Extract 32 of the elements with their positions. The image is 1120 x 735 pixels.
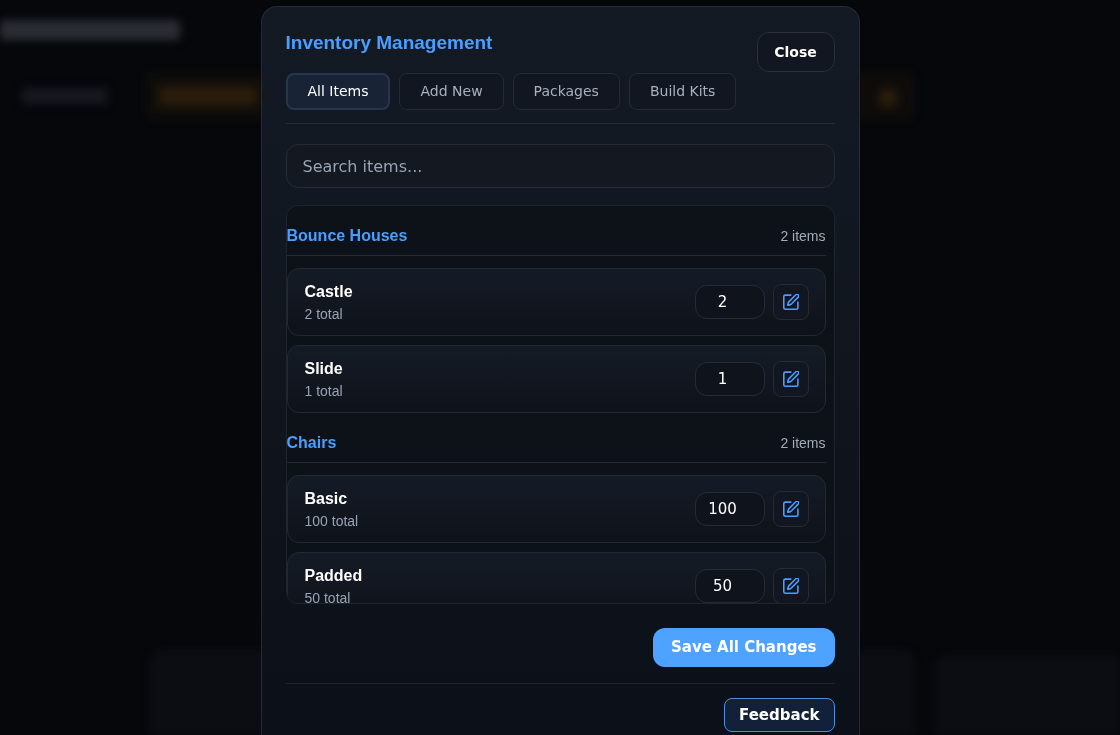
edit-icon	[782, 371, 799, 387]
item-total: 1 total	[304, 381, 343, 401]
item-count: 2 items	[780, 433, 826, 453]
edit-button[interactable]	[772, 361, 809, 397]
item-name: Slide	[304, 358, 343, 379]
item-name: Basic	[304, 488, 349, 509]
category-title: Chairs	[286, 433, 337, 453]
quantity-field[interactable]: 2	[694, 285, 765, 319]
dialog-title: Inventory Management	[285, 32, 494, 54]
quantity-field[interactable]: 1	[694, 362, 765, 396]
item-total: 2 total	[304, 304, 344, 324]
edit-button[interactable]	[772, 284, 809, 320]
category-title: Bounce Houses	[286, 226, 408, 246]
quantity-field[interactable]: 100	[694, 492, 765, 526]
tab[interactable]: All Items	[285, 73, 391, 110]
close-button[interactable]: Close	[756, 32, 835, 72]
item-name: Castle	[304, 281, 353, 302]
search-field[interactable]: Search items...	[285, 144, 835, 188]
edit-icon	[782, 294, 799, 310]
item-count: 2 items	[780, 226, 826, 246]
tab[interactable]: Packages	[512, 73, 620, 110]
edit-button[interactable]	[772, 568, 809, 603]
tab[interactable]: Build Kits	[628, 73, 737, 110]
item-total: 100 total	[304, 511, 359, 531]
item-name: Padded	[304, 565, 363, 586]
edit-icon	[782, 578, 799, 594]
edit-icon	[782, 501, 799, 517]
tab[interactable]: Add New	[399, 73, 504, 110]
item-total: 50 total	[304, 588, 352, 603]
quantity-field[interactable]: 50	[694, 569, 765, 603]
edit-button[interactable]	[772, 491, 809, 527]
feedback-button[interactable]: Feedback	[724, 698, 835, 732]
